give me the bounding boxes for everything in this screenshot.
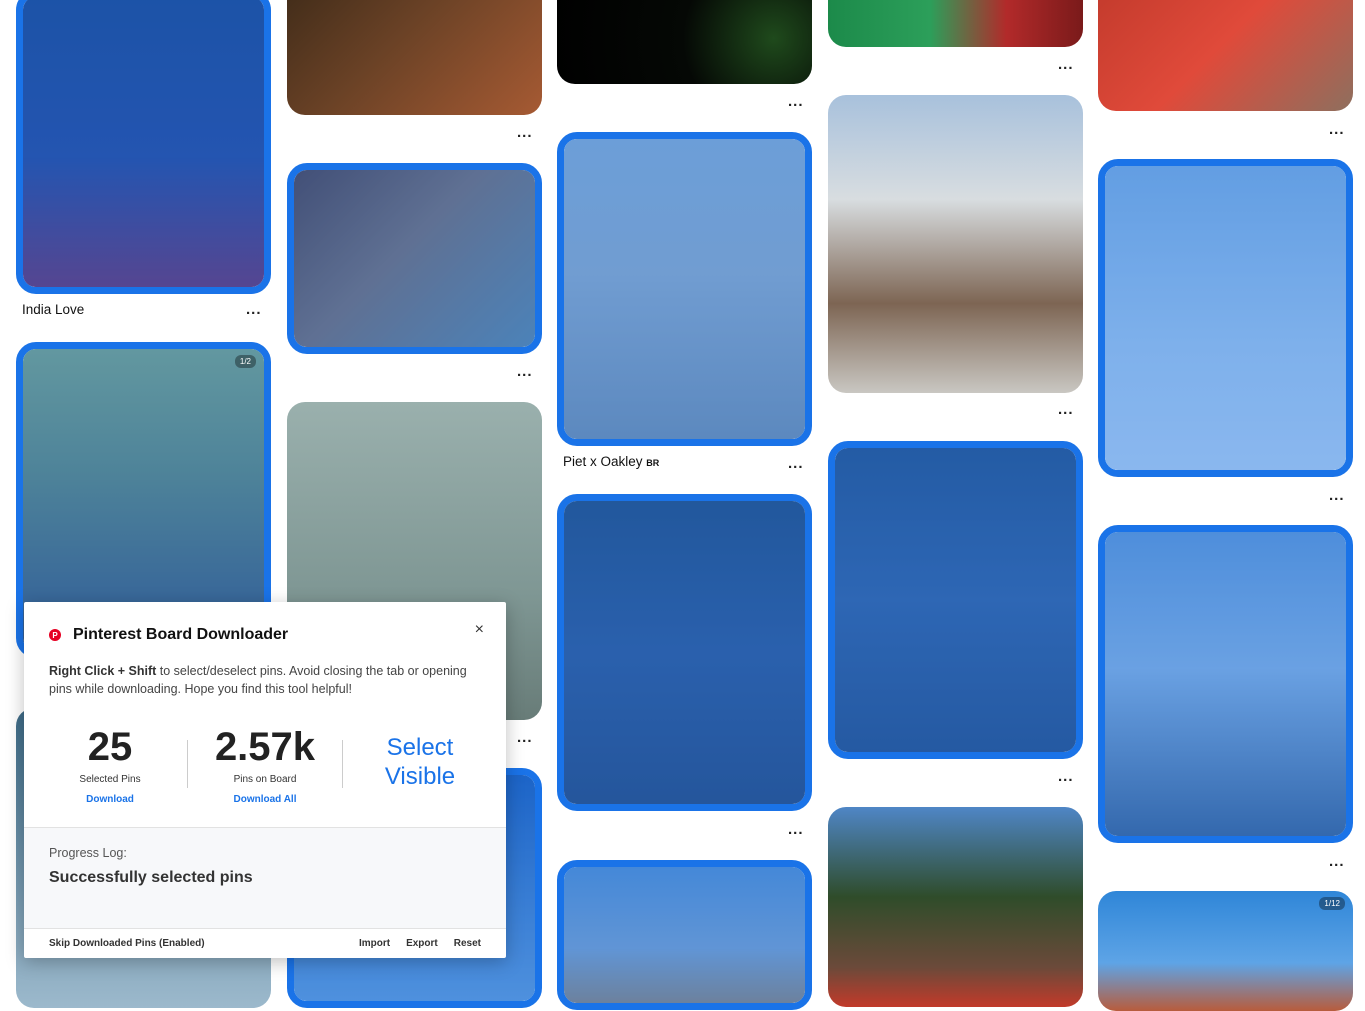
more-options-icon[interactable]: ...	[1058, 402, 1074, 417]
pin-image	[828, 807, 1083, 1007]
more-options-icon[interactable]: ...	[517, 730, 533, 745]
pin-image	[835, 448, 1076, 752]
pin-piet-oakley[interactable]	[557, 132, 812, 446]
pin-image	[557, 0, 812, 84]
export-button[interactable]: Export	[406, 938, 438, 949]
select-visible-button[interactable]: Select Visible	[364, 733, 476, 791]
pin-image	[828, 95, 1083, 393]
shortcut-hint: Right Click + Shift	[49, 664, 157, 678]
pin-image	[23, 0, 264, 287]
progress-log: Progress Log: Successfully selected pins	[24, 827, 506, 929]
divider	[187, 740, 188, 788]
selected-label: Selected Pins	[79, 774, 141, 785]
pin-green-car[interactable]	[828, 0, 1083, 47]
pin-count-badge: 1/12	[1319, 897, 1345, 910]
more-options-icon[interactable]: ...	[517, 364, 533, 379]
panel-header: P Pinterest Board Downloader	[49, 626, 288, 644]
pinterest-logo-icon: P	[49, 629, 61, 641]
pin-tractor[interactable]	[828, 95, 1083, 393]
pin-image	[1098, 0, 1353, 111]
pin-dark-green[interactable]	[557, 0, 812, 84]
pin-image	[828, 0, 1083, 47]
pin-india-love[interactable]	[16, 0, 271, 294]
pin-image	[294, 170, 535, 347]
pin-image	[564, 139, 805, 439]
pin-image	[1105, 166, 1346, 470]
progress-log-message: Successfully selected pins	[49, 869, 253, 886]
more-options-icon[interactable]: ...	[1058, 57, 1074, 72]
selected-pins-stat: 25 Selected Pins Download	[50, 722, 170, 805]
more-options-icon[interactable]: ...	[1058, 769, 1074, 784]
panel-description: Right Click + Shift to select/deselect p…	[49, 662, 489, 698]
board-label: Pins on Board	[233, 774, 297, 785]
pin-image	[1105, 532, 1346, 836]
import-button[interactable]: Import	[359, 938, 390, 949]
more-options-icon[interactable]: ...	[1329, 854, 1345, 869]
more-options-icon[interactable]: ...	[1329, 488, 1345, 503]
board-count: 2.57k	[214, 725, 316, 769]
pin-title-text: Piet x Oakley	[563, 454, 643, 469]
pin-column5-bottom[interactable]: 1/12	[1098, 891, 1353, 1011]
more-options-icon[interactable]: ...	[788, 822, 804, 837]
board-pins-stat: 2.57k Pins on Board Download All	[205, 722, 325, 805]
selected-count: 25	[87, 725, 133, 769]
pin-vogue-beach[interactable]	[1098, 159, 1353, 477]
pin-title[interactable]: Piet x Oakley BR	[563, 454, 659, 469]
reset-button[interactable]: Reset	[454, 938, 481, 949]
pin-red-car[interactable]	[1098, 0, 1353, 111]
pin-denim-jacket-1[interactable]	[557, 494, 812, 811]
pin-image	[1098, 891, 1353, 1011]
download-all-button[interactable]: Download All	[205, 794, 325, 805]
pin-count-badge: 1/2	[234, 355, 256, 368]
pin-denim-jacket-2[interactable]	[828, 441, 1083, 759]
more-options-icon[interactable]: ...	[517, 125, 533, 140]
pin-image	[564, 501, 805, 804]
pin-fence-coast[interactable]	[1098, 525, 1353, 843]
more-options-icon[interactable]: ...	[788, 456, 804, 471]
downloader-panel: P Pinterest Board Downloader × Right Cli…	[24, 602, 506, 958]
skip-downloaded-toggle[interactable]: Skip Downloaded Pins (Enabled)	[49, 938, 343, 949]
pin-image	[287, 0, 542, 115]
download-button[interactable]: Download	[50, 794, 170, 805]
pin-motocross[interactable]	[287, 0, 542, 115]
progress-log-label: Progress Log:	[49, 846, 127, 860]
panel-title: Pinterest Board Downloader	[73, 626, 289, 643]
more-options-icon[interactable]: ...	[246, 302, 262, 317]
pin-title-country: BR	[646, 458, 660, 468]
pin-column3-bottom[interactable]	[557, 860, 812, 1010]
more-options-icon[interactable]: ...	[1329, 122, 1345, 137]
close-icon[interactable]: ×	[475, 621, 484, 639]
pin-group-forest[interactable]	[828, 807, 1083, 1007]
divider	[342, 740, 343, 788]
pin-couple-dalmatian[interactable]	[287, 163, 542, 354]
more-options-icon[interactable]: ...	[788, 94, 804, 109]
pin-title[interactable]: India Love	[22, 302, 84, 317]
panel-footer: Skip Downloaded Pins (Enabled) Import Ex…	[49, 938, 481, 949]
